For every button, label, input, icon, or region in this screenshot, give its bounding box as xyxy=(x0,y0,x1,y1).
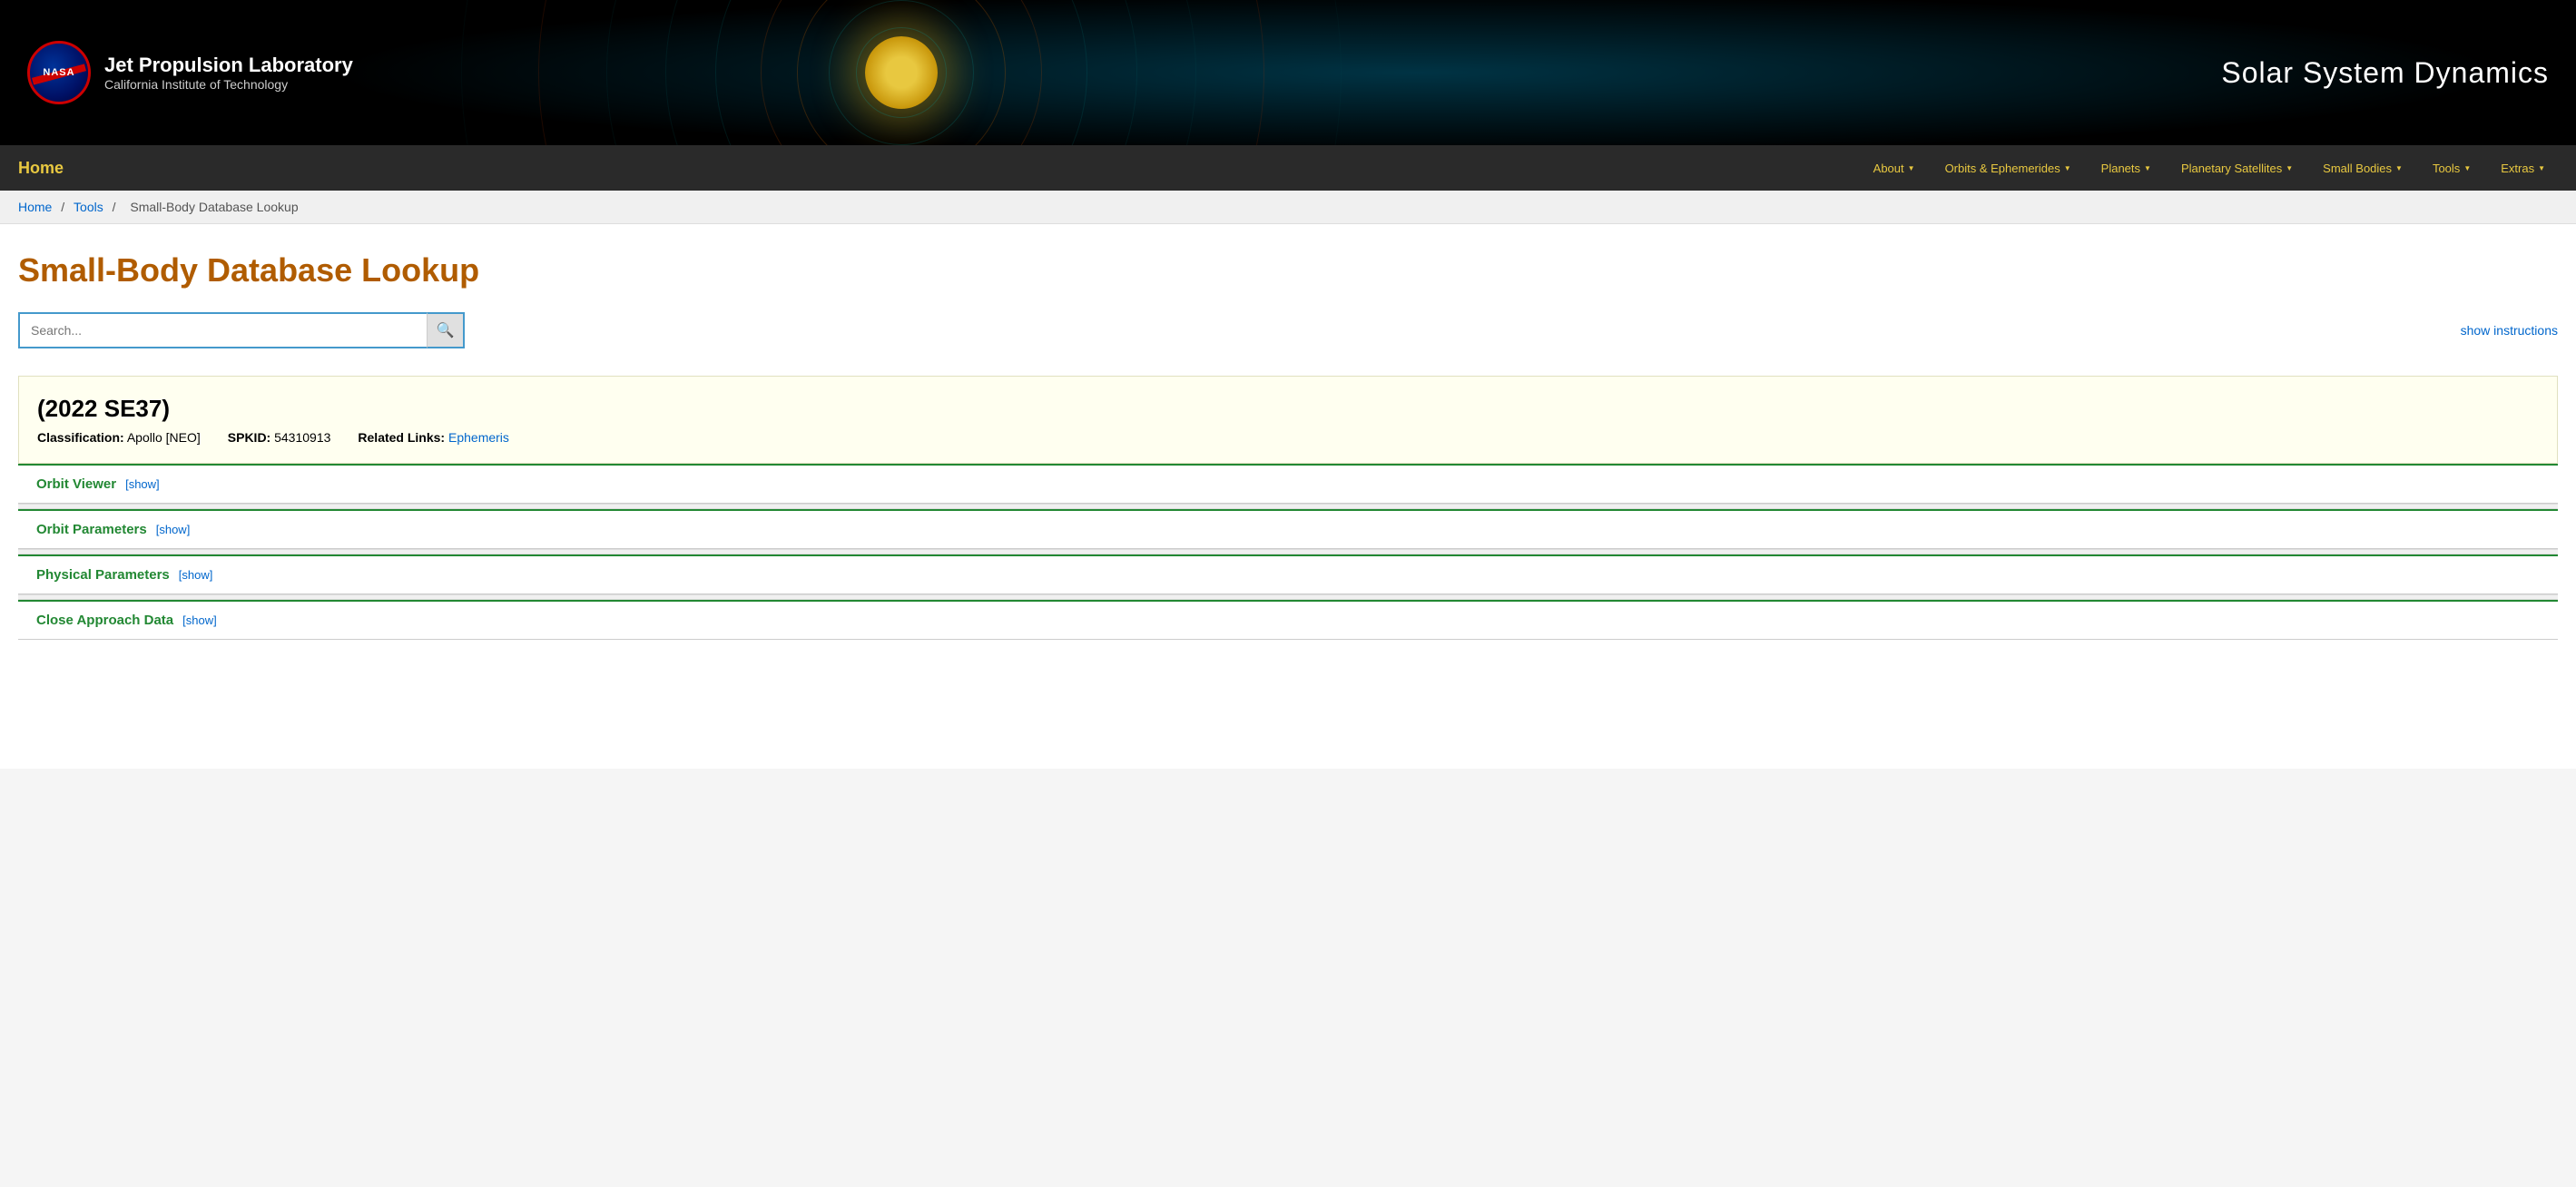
related-links-field: Related Links: Ephemeris xyxy=(358,430,509,445)
nav-items: About ▼ Orbits & Ephemerides ▼ Planets ▼… xyxy=(1861,154,2558,182)
nav-item-about[interactable]: About ▼ xyxy=(1861,154,1928,182)
nav-item-orbits[interactable]: Orbits & Ephemerides ▼ xyxy=(1932,154,2084,182)
spkid-field: SPKID: 54310913 xyxy=(228,430,331,445)
spkid-label: SPKID: xyxy=(228,430,270,445)
jpl-title: Jet Propulsion Laboratory xyxy=(104,54,353,77)
close-approach-show[interactable]: [show] xyxy=(182,613,217,627)
nav-home[interactable]: Home xyxy=(18,159,64,178)
search-input[interactable] xyxy=(18,312,427,348)
classification-value: Apollo [NEO] xyxy=(127,430,201,445)
physical-parameters-section: Physical Parameters [show] xyxy=(18,554,2558,594)
chevron-down-icon: ▼ xyxy=(2286,164,2293,172)
chevron-down-icon: ▼ xyxy=(2144,164,2151,172)
site-title: Solar System Dynamics xyxy=(2221,56,2549,90)
jpl-subtitle: California Institute of Technology xyxy=(104,77,353,92)
nav-item-tools[interactable]: Tools ▼ xyxy=(2420,154,2483,182)
nav-item-planets[interactable]: Planets ▼ xyxy=(2089,154,2164,182)
breadcrumb-home[interactable]: Home xyxy=(18,200,52,214)
result-box: (2022 SE37) Classification: Apollo [NEO]… xyxy=(18,376,2558,464)
chevron-down-icon: ▼ xyxy=(2395,164,2403,172)
breadcrumb-current: Small-Body Database Lookup xyxy=(130,200,298,214)
nav-item-planetary-satellites[interactable]: Planetary Satellites ▼ xyxy=(2168,154,2306,182)
page-title: Small-Body Database Lookup xyxy=(18,251,2558,289)
search-icon: 🔍 xyxy=(437,321,455,339)
chevron-down-icon: ▼ xyxy=(2064,164,2071,172)
close-approach-section: Close Approach Data [show] xyxy=(18,600,2558,640)
classification-label: Classification: xyxy=(37,430,124,445)
orbit-parameters-label: Orbit Parameters xyxy=(36,522,147,537)
breadcrumb: Home / Tools / Small-Body Database Looku… xyxy=(0,191,2576,224)
orbit-viewer-label: Orbit Viewer xyxy=(36,476,116,492)
orbit-viewer-show[interactable]: [show] xyxy=(125,477,160,491)
related-links-label: Related Links: xyxy=(358,430,445,445)
site-header: Jet Propulsion Laboratory California Ins… xyxy=(0,0,2576,145)
search-button[interactable]: 🔍 xyxy=(427,312,465,348)
ephemeris-link[interactable]: Ephemeris xyxy=(448,430,509,445)
physical-parameters-show[interactable]: [show] xyxy=(179,568,213,582)
search-row: 🔍 show instructions xyxy=(18,312,2558,348)
chevron-down-icon: ▼ xyxy=(2463,164,2471,172)
main-content: Small-Body Database Lookup 🔍 show instru… xyxy=(0,224,2576,769)
orbit-parameters-section: Orbit Parameters [show] xyxy=(18,509,2558,549)
physical-parameters-label: Physical Parameters xyxy=(36,567,170,583)
close-approach-label: Close Approach Data xyxy=(36,613,173,628)
chevron-down-icon: ▼ xyxy=(2538,164,2545,172)
nav-item-small-bodies[interactable]: Small Bodies ▼ xyxy=(2310,154,2415,182)
breadcrumb-separator-2: / xyxy=(113,200,120,214)
jpl-text: Jet Propulsion Laboratory California Ins… xyxy=(104,54,353,92)
breadcrumb-separator-1: / xyxy=(61,200,68,214)
nav-item-extras[interactable]: Extras ▼ xyxy=(2488,154,2558,182)
show-instructions-link[interactable]: show instructions xyxy=(2461,323,2558,338)
result-title: (2022 SE37) xyxy=(37,395,2539,423)
spkid-value: 54310913 xyxy=(274,430,330,445)
logo-area: Jet Propulsion Laboratory California Ins… xyxy=(27,41,353,104)
navbar: Home About ▼ Orbits & Ephemerides ▼ Plan… xyxy=(0,145,2576,191)
chevron-down-icon: ▼ xyxy=(1908,164,1915,172)
orbit-viewer-section: Orbit Viewer [show] xyxy=(18,464,2558,504)
header-background xyxy=(0,0,2576,145)
nasa-logo xyxy=(27,41,91,104)
result-meta: Classification: Apollo [NEO] SPKID: 5431… xyxy=(37,430,2539,445)
orbit-parameters-show[interactable]: [show] xyxy=(156,523,191,536)
breadcrumb-tools[interactable]: Tools xyxy=(74,200,103,214)
classification-field: Classification: Apollo [NEO] xyxy=(37,430,201,445)
